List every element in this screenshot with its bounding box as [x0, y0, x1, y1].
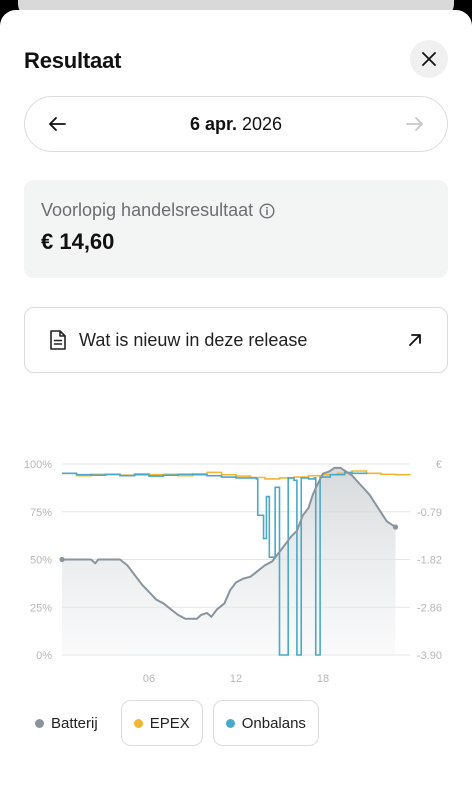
- y-left-tick-label: 100%: [24, 459, 52, 471]
- legend-dot-battery: [35, 718, 44, 728]
- current-date: 6 apr. 2026: [190, 114, 282, 135]
- battery-end-point: [392, 524, 399, 530]
- previous-day-button[interactable]: [43, 110, 71, 138]
- y-right-tick-label: -2.86: [417, 602, 442, 614]
- trading-result-card: Voorlopig handelsresultaat € 14,60: [24, 180, 448, 278]
- arrow-right-icon: [406, 117, 423, 131]
- y-right-tick-label: -0.79: [417, 507, 442, 519]
- battery-start-point: [59, 556, 65, 563]
- result-value: € 14,60: [41, 229, 115, 254]
- document-icon: [50, 330, 66, 350]
- x-tick-label: 18: [317, 673, 329, 685]
- legend-label-epex: EPEX: [149, 714, 190, 732]
- x-tick-label: 06: [143, 673, 155, 685]
- legend-item-battery[interactable]: Batterij: [24, 700, 111, 746]
- chart-legend: Batterij EPEX Onbalans: [24, 700, 319, 746]
- y-left-tick-label: 25%: [30, 602, 52, 614]
- close-button[interactable]: [410, 40, 448, 78]
- y-left-tick-label: 75%: [30, 507, 52, 519]
- legend-dot-onbalans: [225, 718, 235, 728]
- date-day: 6 apr.: [189, 113, 237, 134]
- next-day-button[interactable]: [401, 110, 429, 138]
- y-right-tick-label: -1.82: [417, 555, 442, 567]
- info-icon[interactable]: [259, 202, 275, 219]
- arrow-left-icon: [49, 117, 66, 131]
- legend-label-battery: Batterij: [51, 714, 98, 732]
- x-tick-label: 12: [230, 673, 242, 685]
- legend-dot-epex: [133, 718, 143, 728]
- date-year: 2026: [242, 113, 283, 134]
- battery-area: [62, 467, 396, 655]
- legend-item-epex[interactable]: EPEX: [120, 700, 203, 746]
- release-notes-link[interactable]: Wat is nieuw in deze release: [24, 307, 448, 373]
- result-label: Voorlopig handelsresultaat: [41, 200, 254, 220]
- y-right-tick-label: -3.90: [417, 650, 442, 662]
- close-icon: [422, 52, 436, 66]
- date-navigator: 6 apr. 2026: [24, 96, 448, 152]
- legend-item-onbalans[interactable]: Onbalans: [212, 700, 319, 746]
- y-right-tick-label: €: [436, 459, 442, 471]
- battery-price-chart: 100% €75% -0.79 50% -1.82 25% -2.86 0% -3.90 06 12…: [24, 459, 442, 685]
- y-left-tick-label: 0%: [36, 650, 52, 662]
- arrow-up-right-icon: [409, 334, 421, 346]
- release-notes-label: Wat is nieuw in deze release: [79, 329, 308, 350]
- legend-label-onbalans: Onbalans: [241, 714, 306, 732]
- y-left-tick-label: 50%: [30, 555, 52, 567]
- result-label-row: Voorlopig handelsresultaat: [41, 200, 431, 221]
- page-title: Resultaat: [24, 48, 122, 73]
